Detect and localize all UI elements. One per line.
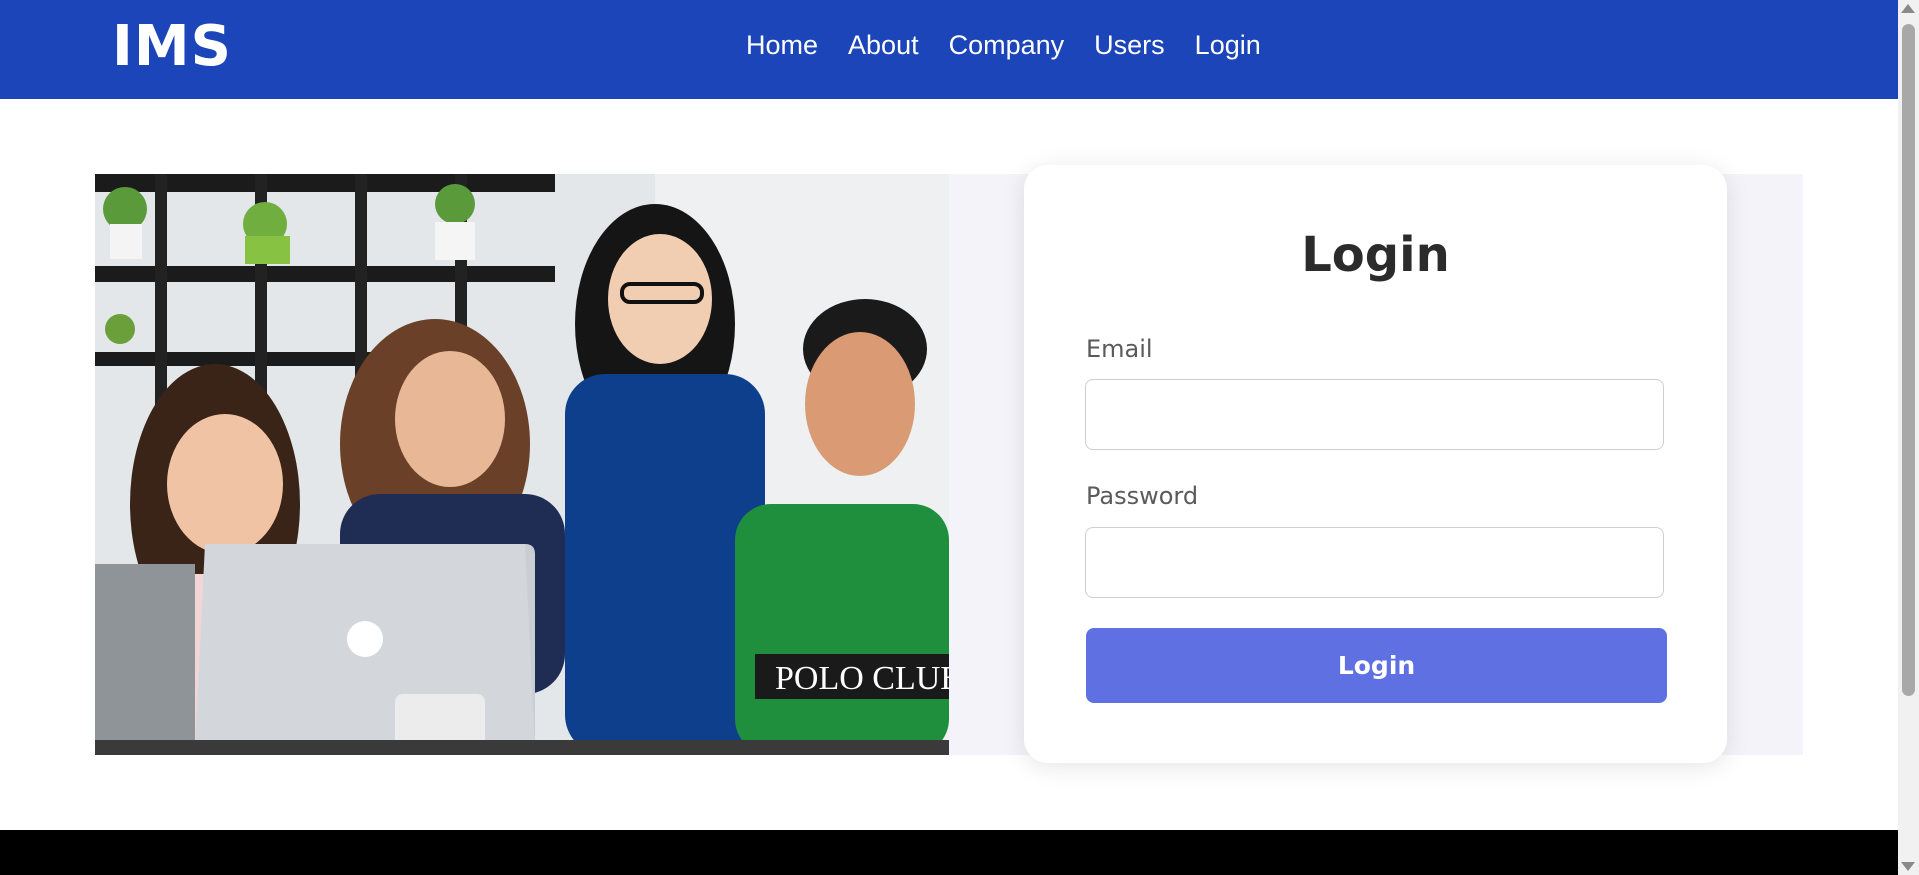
navbar: IMS Home About Company Users Login [0, 0, 1898, 99]
scrollbar[interactable] [1898, 0, 1919, 875]
nav-about[interactable]: About [848, 30, 919, 61]
scroll-down-arrow-icon[interactable] [1901, 862, 1915, 871]
nav-home[interactable]: Home [746, 30, 818, 61]
scroll-thumb[interactable] [1902, 24, 1915, 696]
login-card: Login Email Password Login [1024, 165, 1727, 763]
password-field[interactable] [1085, 527, 1664, 598]
main-nav: Home About Company Users Login [746, 30, 1261, 61]
email-label: Email [1086, 335, 1153, 363]
nav-login[interactable]: Login [1195, 30, 1261, 61]
login-button[interactable]: Login [1086, 628, 1667, 703]
page: IMS Home About Company Users Login POLO … [0, 0, 1919, 875]
svg-text:POLO CLUB: POLO CLUB [775, 660, 949, 697]
scroll-up-arrow-icon[interactable] [1901, 4, 1915, 13]
brand-logo[interactable]: IMS [112, 14, 232, 79]
nav-company[interactable]: Company [949, 30, 1065, 61]
hero-image: POLO CLUB [95, 174, 949, 755]
footer [0, 830, 1898, 875]
nav-users[interactable]: Users [1094, 30, 1165, 61]
email-field[interactable] [1085, 379, 1664, 450]
password-label: Password [1086, 482, 1199, 510]
login-title: Login [1301, 227, 1450, 283]
